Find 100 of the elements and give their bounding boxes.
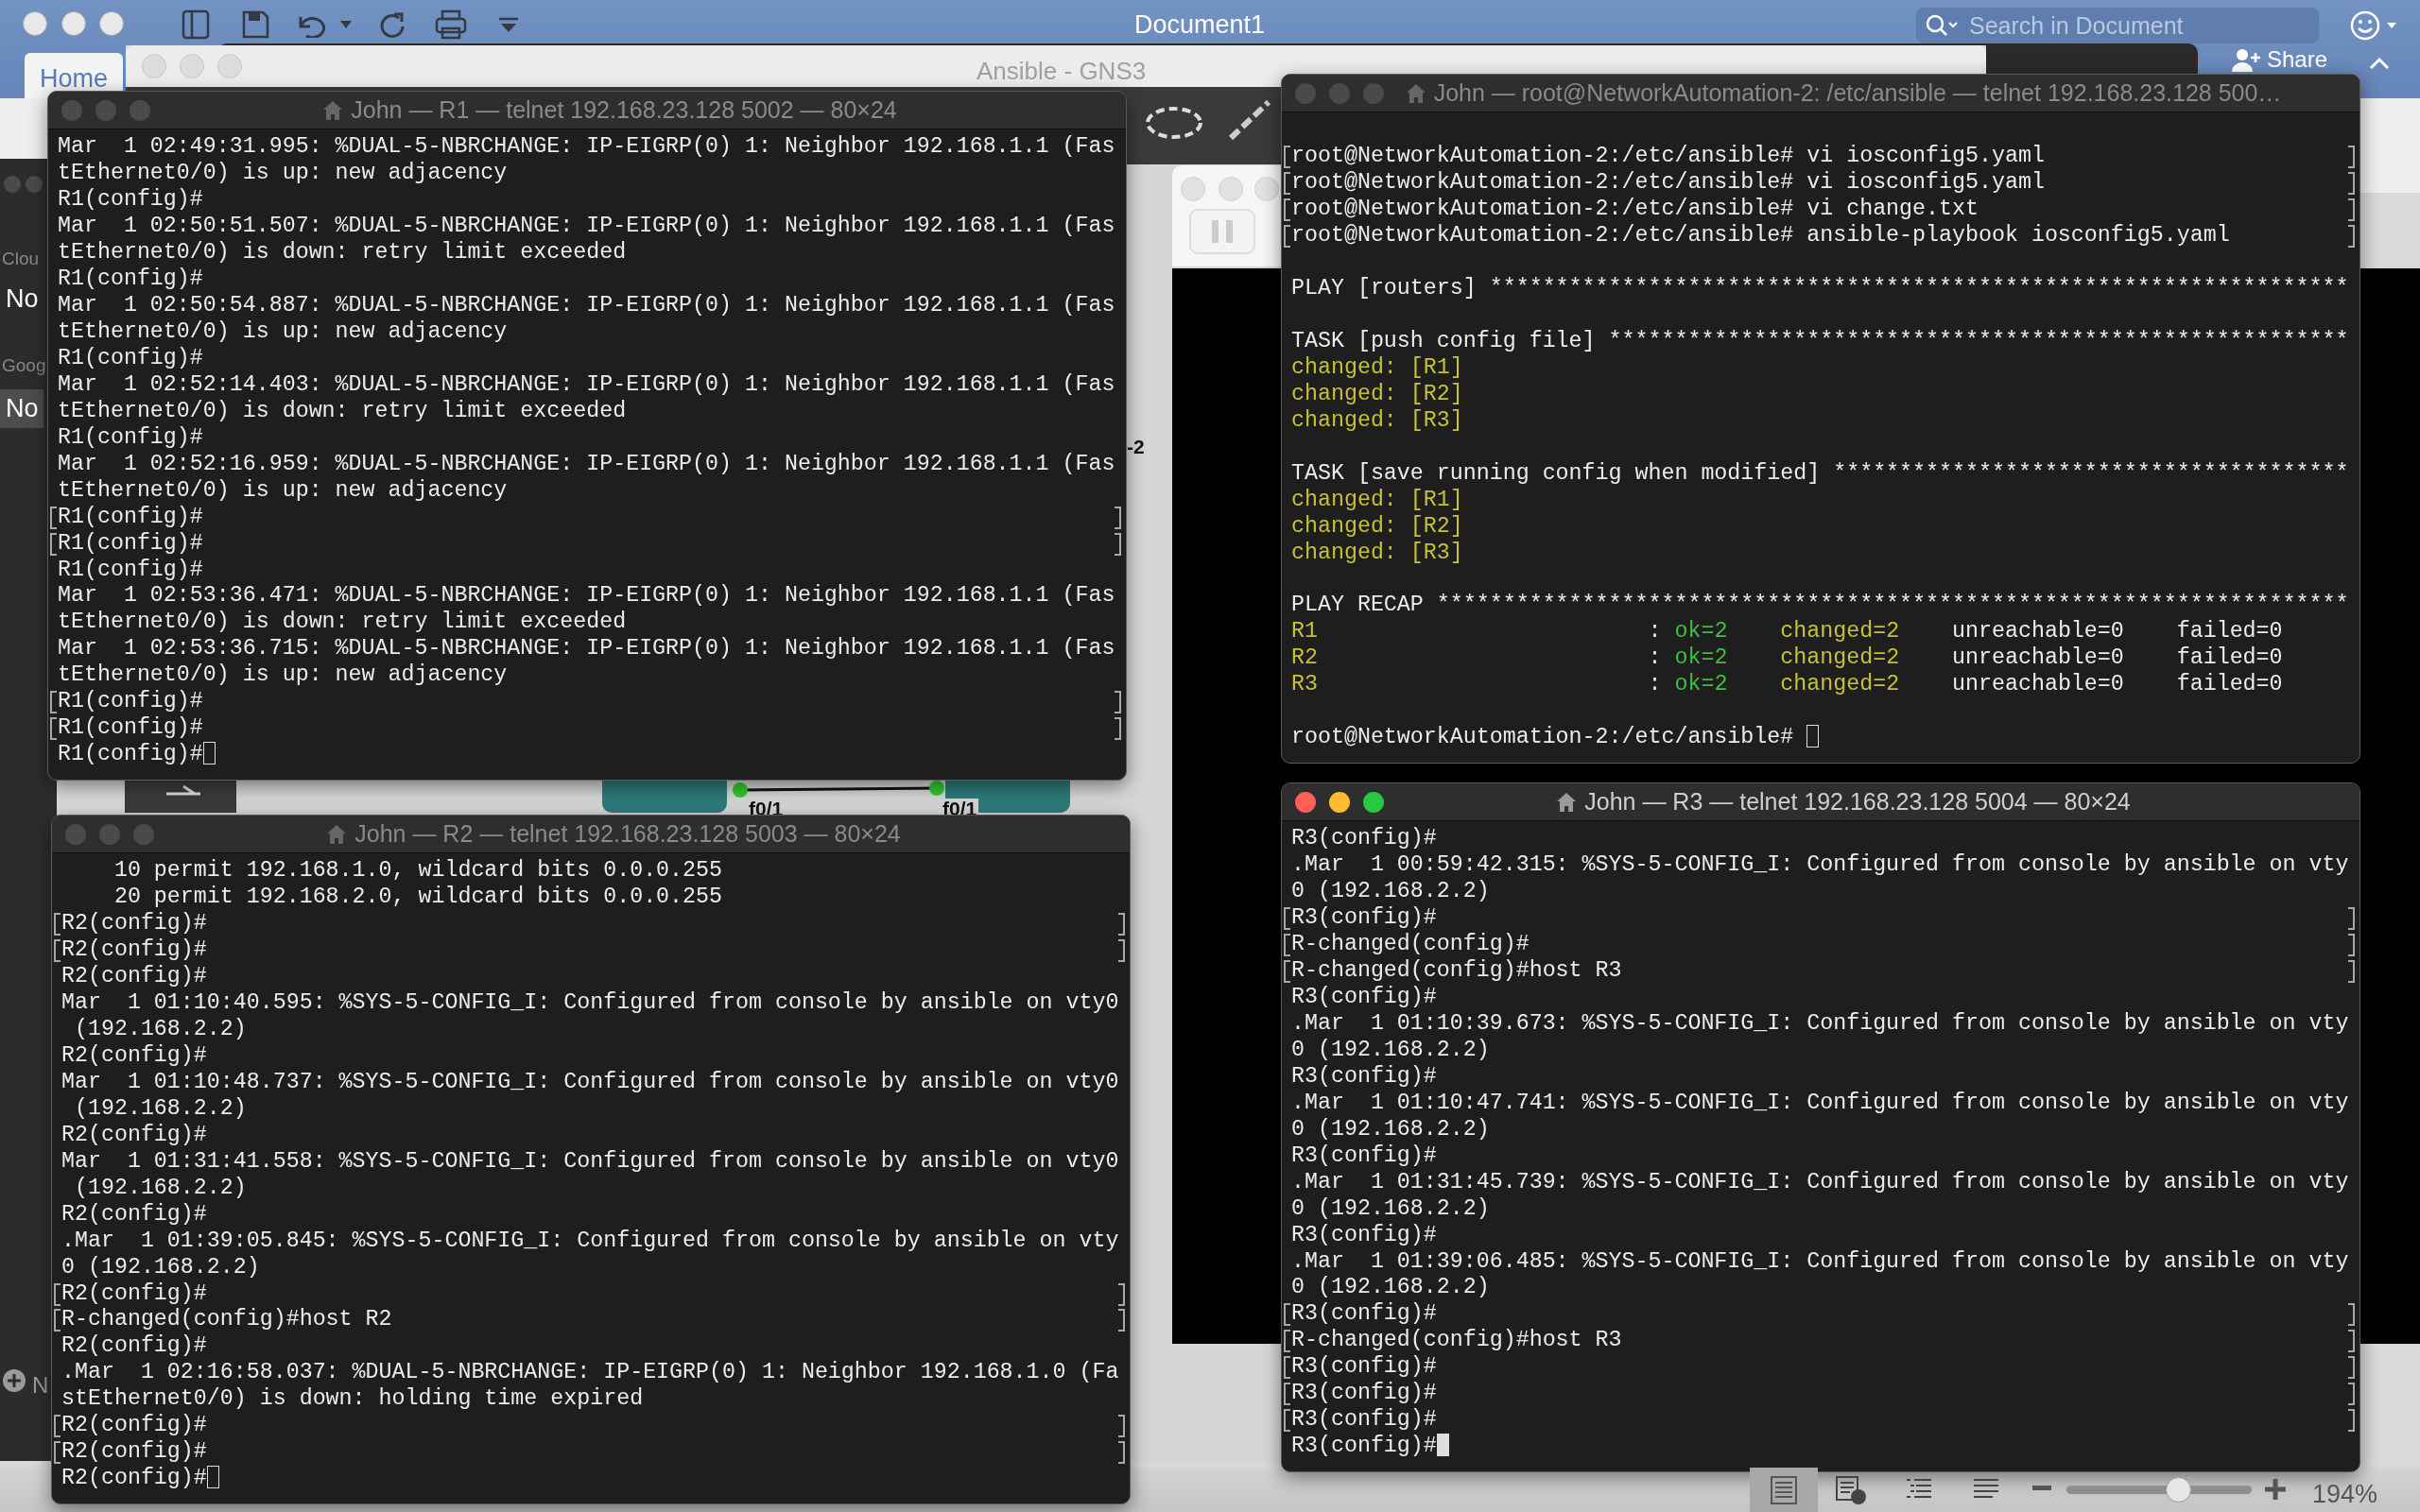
terminal-line: Mar 1 02:52:14.403: %DUAL-5-NBRCHANGE: IP-EIGRP(0) 1: Neighbor 192.168.1.1 (Fas	[58, 371, 1115, 399]
terminal-line: 0 (192.168.2.2)	[1291, 1195, 1490, 1223]
terminal-line: R1(config)#	[58, 345, 203, 372]
device-icon[interactable]	[125, 781, 236, 813]
terminal-line: root@NetworkAutomation-2:/etc/ansible# vi iosconfig5.yaml	[1291, 143, 2045, 170]
terminal-line: changed: [R3]	[1291, 407, 1463, 435]
terminal-line: R3(config)#	[1291, 1434, 1437, 1461]
print-icon[interactable]	[435, 9, 467, 40]
add-person-icon	[2231, 46, 2261, 72]
terminal-line: TASK [save running config when modified] ***************************************	[1291, 460, 2349, 488]
terminal-line: R3(config)#	[1291, 1222, 1437, 1249]
terminal-line: Mar 1 01:10:40.595: %SYS-5-CONFIG_I: Configured from console by ansible on vty0	[61, 989, 1119, 1017]
terminal-line: 10 permit 192.168.1.0, wildcard bits 0.0.0.255	[112, 858, 723, 885]
sidebar-icon[interactable]	[182, 9, 210, 40]
terminal-line: root@NetworkAutomation-2:/etc/ansible# vi iosconfig5.yaml	[1291, 169, 2045, 197]
terminal-line: Mar 1 02:53:36.471: %DUAL-5-NBRCHANGE: IP-EIGRP(0) 1: Neighbor 192.168.1.1 (Fas	[58, 583, 1115, 610]
terminal-line: R3(config)#	[1291, 1301, 1437, 1329]
terminal-line: Mar 1 02:49:31.995: %DUAL-5-NBRCHANGE: IP-EIGRP(0) 1: Neighbor 192.168.1.1 (Fas	[58, 134, 1115, 161]
terminal-line: R2(config)#	[61, 910, 207, 937]
terminal-line: tEthernet0/0) is down: retry limit exceeded	[58, 398, 627, 425]
terminal-line: PLAY RECAP *********************************************************************	[1291, 593, 2349, 620]
zoom-out-icon[interactable]	[2032, 1485, 2051, 1492]
save-icon[interactable]	[241, 9, 269, 40]
window-zoom-button[interactable]	[1363, 791, 1384, 813]
ellipse-tool-icon[interactable]	[1144, 104, 1204, 142]
terminal-line: (192.168.2.2)	[73, 1016, 247, 1043]
terminal-line: root@NetworkAutomation-2:/etc/ansible# ansible-playbook iosconfig5.yaml	[1291, 222, 2230, 249]
terminal-line: R-changed(config)#	[1291, 931, 1530, 958]
terminal-line: root@NetworkAutomation-2:/etc/ansible# vi change.txt	[1291, 196, 1979, 223]
search-field[interactable]: Search in Document	[1916, 8, 2319, 43]
window-close-button[interactable]	[1295, 791, 1316, 813]
terminal-line: 0 (192.168.2.2)	[1291, 1037, 1490, 1064]
terminal-line: .Mar 1 01:39:06.485: %SYS-5-CONFIG_I: Configured from console by ansible on vty	[1291, 1248, 2349, 1276]
terminal-line: TASK [push config file] ********************************************************	[1291, 328, 2349, 355]
terminal-line: R2(config)#	[61, 1122, 207, 1149]
terminal-line: .Mar 1 01:39:05.845: %SYS-5-CONFIG_I: Configured from console by ansible on vty	[61, 1228, 1119, 1255]
terminal-line: R3(config)#	[1291, 826, 1437, 852]
terminal-line: tEthernet0/0) is up: new adjacency	[58, 477, 508, 505]
window-button[interactable]	[1254, 177, 1279, 201]
terminal-line: (192.168.2.2)	[73, 1095, 247, 1123]
terminal-line: R-changed(config)#host R3	[1291, 957, 1622, 985]
window-title: John — root@NetworkAutomation-2: /etc/ansible — telnet 192.168.23.128 500…	[1433, 77, 2282, 108]
terminal-line: R1(config)#	[58, 424, 203, 452]
window-title: John — R3 — telnet 192.168.23.128 5004 — 80×24	[1584, 786, 2131, 816]
node-label: -2	[1127, 435, 1145, 459]
window-button[interactable]	[26, 176, 43, 193]
terminal-line: R-changed(config)#host R3	[1291, 1328, 1622, 1355]
collapse-ribbon-icon[interactable]	[2369, 57, 2390, 70]
terminal-line: R3(config)#	[1291, 984, 1437, 1011]
share-button[interactable]: Share	[2231, 46, 2328, 72]
terminal-line: 0 (192.168.2.2)	[1291, 1275, 1490, 1302]
zoom-in-icon[interactable]	[2265, 1479, 2286, 1500]
terminal-line: R1(config)#	[58, 557, 203, 584]
terminal-line: root@NetworkAutomation-2:/etc/ansible#	[1291, 725, 1795, 752]
panel-item[interactable]: No	[0, 280, 43, 318]
terminal-line: R-changed(config)#host R2	[61, 1307, 392, 1334]
terminal-line: R2(config)#	[61, 963, 207, 990]
customize-icon[interactable]	[499, 17, 518, 32]
redo-icon[interactable]	[378, 11, 406, 40]
terminal-line: Mar 1 02:52:16.959: %DUAL-5-NBRCHANGE: IP-EIGRP(0) 1: Neighbor 192.168.1.1 (Fas	[58, 451, 1115, 478]
terminal-line: 0 (192.168.2.2)	[1291, 1116, 1490, 1143]
terminal-line: tEthernet0/0) is up: new adjacency	[58, 318, 508, 346]
terminal-line: R2(config)#	[61, 1333, 207, 1361]
window-title: Ansible - GNS3	[977, 56, 1147, 87]
terminal-line: changed: [R1]	[1291, 487, 1463, 514]
terminal-line: R1 : ok=2 changed=2 unreachable=0 failed=0	[1291, 619, 2283, 646]
terminal-line: R3(config)#	[1291, 904, 1437, 932]
terminal-line: R1(config)#	[58, 715, 203, 743]
terminal-line: (192.168.2.2)	[73, 1175, 247, 1202]
terminal-line: changed: [R3]	[1291, 540, 1463, 567]
terminal-line: R3 : ok=2 changed=2 unreachable=0 failed=0	[1291, 672, 2283, 699]
terminal-line: Mar 1 02:50:51.507: %DUAL-5-NBRCHANGE: IP-EIGRP(0) 1: Neighbor 192.168.1.1 (Fas	[58, 213, 1115, 240]
zoom-percent: 194%	[2312, 1479, 2378, 1510]
panel-heading: Goog	[1, 354, 46, 377]
terminal-line: R1(config)#	[58, 266, 203, 293]
terminal-line: R2(config)#	[61, 1201, 207, 1228]
terminal-line: .Mar 1 00:59:42.315: %SYS-5-CONFIG_I: Configured from console by ansible on vty	[1291, 851, 2349, 879]
terminal-line: changed: [R1]	[1291, 354, 1463, 382]
terminal-line: PLAY [routers] *****************************************************************	[1291, 275, 2349, 302]
terminal-line: tEthernet0/0) is up: new adjacency	[58, 160, 508, 187]
panel-item[interactable]: No	[0, 389, 43, 428]
terminal-line: .Mar 1 01:10:47.741: %SYS-5-CONFIG_I: Configured from console by ansible on vty	[1291, 1090, 2349, 1117]
terminal-line: changed: [R2]	[1291, 513, 1463, 541]
terminal-line: R3(config)#	[1291, 1407, 1437, 1435]
add-icon[interactable]	[2, 1368, 26, 1393]
add-label: N	[32, 1371, 49, 1400]
line-tool-icon[interactable]	[1227, 98, 1272, 142]
window-button[interactable]	[4, 176, 21, 193]
terminal-line: R2 : ok=2 changed=2 unreachable=0 failed=0	[1291, 645, 2283, 673]
smiley-icon[interactable]	[2349, 9, 2398, 42]
window-minimize-button[interactable]	[1329, 791, 1350, 813]
caret-icon[interactable]	[340, 21, 352, 28]
terminal-line: Mar 1 01:10:48.737: %SYS-5-CONFIG_I: Configured from console by ansible on vty0	[61, 1069, 1119, 1096]
terminal-line: R3(config)#	[1291, 1381, 1437, 1408]
terminal-line: 20 permit 192.168.2.0, wildcard bits 0.0.0.255	[112, 884, 723, 911]
terminal-line: R2(config)#	[61, 1042, 207, 1070]
terminal-line: R1(config)#	[58, 742, 203, 769]
search-icon	[1926, 14, 1958, 37]
terminal-line: 0 (192.168.2.2)	[61, 1254, 260, 1281]
terminal-line: R1(config)#	[58, 504, 203, 531]
